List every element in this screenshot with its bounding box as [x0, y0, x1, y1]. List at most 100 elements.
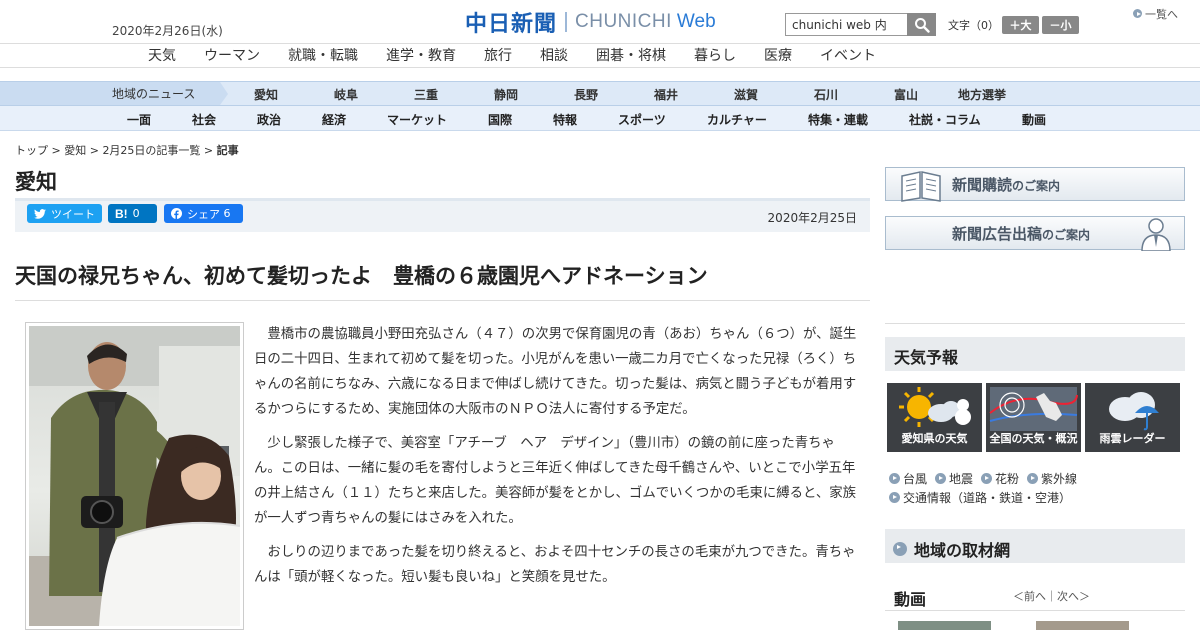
article-date: 2020年2月25日: [767, 211, 857, 225]
category-culture[interactable]: カルチャー: [707, 111, 767, 128]
category-sports[interactable]: スポーツ: [618, 111, 666, 128]
video-section-header: 動画 ＜前へ｜次へ＞: [885, 582, 1185, 609]
region-item-aichi[interactable]: 愛知: [254, 86, 278, 103]
service-nav-item-travel[interactable]: 旅行: [484, 45, 512, 65]
arrow-bullet-icon: [889, 473, 900, 484]
video-pager: ＜前へ｜次へ＞: [1013, 588, 1090, 604]
category-special-report[interactable]: 特報: [553, 111, 577, 128]
service-nav-item-education[interactable]: 進学・教育: [386, 45, 456, 65]
video-prev-link[interactable]: ＜前へ: [1013, 590, 1046, 603]
headline-divider: [15, 300, 870, 301]
article-photo[interactable]: [25, 322, 244, 630]
search-input[interactable]: [785, 13, 908, 36]
video-divider: [885, 610, 1185, 611]
sun-cloud-icon: [899, 387, 971, 427]
facebook-share-count: 6: [223, 207, 231, 220]
weather-link-typhoon-label: 台風: [903, 472, 928, 486]
hatena-bookmark-button[interactable]: B! 0: [108, 204, 157, 223]
service-nav-item-consult[interactable]: 相談: [540, 45, 568, 65]
font-size-label: 文字（0）: [948, 19, 999, 32]
category-international[interactable]: 国際: [488, 111, 512, 128]
weather-link-uv[interactable]: 紫外線: [1027, 470, 1077, 487]
traffic-info-link[interactable]: 交通情報（道路・鉄道・空港）: [889, 489, 1071, 506]
advertising-banner[interactable]: 新聞広告出稿のご案内: [885, 216, 1185, 251]
font-size-large-button[interactable]: ＋大: [1002, 16, 1039, 34]
breadcrumb-separator: >: [200, 144, 217, 157]
regional-network-link[interactable]: 地域の取材網: [885, 529, 1185, 563]
video-next-link[interactable]: 次へ＞: [1057, 590, 1090, 603]
region-item-fukui[interactable]: 福井: [654, 86, 678, 103]
font-size-small-button[interactable]: －小: [1042, 16, 1079, 34]
arrow-bullet-icon: [889, 492, 900, 503]
service-nav: 天気 ウーマン 就職・転職 進学・教育 旅行 相談 囲碁・将棋 暮らし 医療 イ…: [0, 43, 1200, 68]
breadcrumb: トップ > 愛知 > 2月25日の記事一覧 > 記事: [15, 142, 239, 158]
weather-link-typhoon[interactable]: 台風: [889, 470, 927, 487]
arrow-bullet-icon: [1133, 9, 1142, 18]
video-thumbnail[interactable]: [898, 621, 991, 630]
breadcrumb-top[interactable]: トップ: [15, 144, 48, 157]
region-nav-label: 地域のニュース: [0, 82, 220, 105]
article-photo-image: [29, 326, 240, 626]
service-nav-item-medical[interactable]: 医療: [764, 45, 792, 65]
tweet-button[interactable]: ツイート: [27, 204, 102, 223]
service-nav-item-weather[interactable]: 天気: [148, 45, 176, 65]
region-item-nagano[interactable]: 長野: [574, 86, 598, 103]
video-list-label: 一覧へ: [1145, 8, 1178, 21]
region-item-toyama[interactable]: 富山: [894, 86, 918, 103]
category-video[interactable]: 動画: [1022, 111, 1046, 128]
subscription-banner-title: 新聞購読: [952, 176, 1013, 194]
video-section-title: 動画: [894, 590, 927, 609]
facebook-share-button[interactable]: シェア 6: [164, 204, 243, 223]
category-politics[interactable]: 政治: [257, 111, 281, 128]
category-front-page[interactable]: 一面: [127, 111, 151, 128]
breadcrumb-article-list[interactable]: 2月25日の記事一覧: [102, 144, 200, 157]
service-nav-item-event[interactable]: イベント: [820, 45, 876, 65]
breadcrumb-aichi[interactable]: 愛知: [64, 144, 86, 157]
video-thumbnail[interactable]: [1036, 621, 1129, 630]
newspaper-icon: [901, 171, 941, 202]
site-header: 2020年2月26日(水) 中日新聞 CHUNICHI Web 文字（0） ＋大…: [0, 0, 1200, 43]
weather-tile-radar[interactable]: 雨雲レーダー: [1085, 383, 1180, 452]
category-economy[interactable]: 経済: [322, 111, 346, 128]
region-item-ishikawa[interactable]: 石川: [814, 86, 838, 103]
region-item-shiga[interactable]: 滋賀: [734, 86, 758, 103]
service-nav-item-jobs[interactable]: 就職・転職: [288, 45, 358, 65]
site-logo[interactable]: 中日新聞 CHUNICHI Web: [465, 8, 716, 37]
search-button[interactable]: [907, 13, 936, 36]
category-market[interactable]: マーケット: [387, 111, 447, 128]
hatena-icon: B!: [115, 206, 128, 221]
advertising-banner-title: 新聞広告出稿: [952, 225, 1043, 243]
article-headline: 天国の禄兄ちゃん、初めて髪切ったよ 豊橋の６歳園児へアドネーション: [15, 264, 708, 288]
category-editorials[interactable]: 社説・コラム: [909, 111, 981, 128]
facebook-icon: [171, 208, 182, 219]
category-features[interactable]: 特集・連載: [808, 111, 868, 128]
region-item-gifu[interactable]: 岐阜: [334, 86, 358, 103]
subscription-banner[interactable]: 新聞購読のご案内: [885, 167, 1185, 202]
region-item-local-election[interactable]: 地方選挙: [958, 86, 1006, 103]
weather-link-earthquake-label: 地震: [949, 472, 974, 486]
share-bar: ツイート B! 0 シェア 6 2020年2月25日: [15, 201, 870, 232]
weather-tile-national[interactable]: 全国の天気・概況: [986, 383, 1081, 452]
logo-kanji: 中日新聞: [465, 11, 558, 37]
region-item-mie[interactable]: 三重: [414, 86, 438, 103]
article-paragraph: 少し緊張した様子で、美容室「アチーブ ヘア デザイン」（豊川市）の鏡の前に座った…: [254, 436, 857, 526]
category-society[interactable]: 社会: [192, 111, 216, 128]
weather-tile-aichi-label: 愛知県の天気: [901, 432, 968, 445]
service-nav-item-woman[interactable]: ウーマン: [204, 45, 260, 65]
arrow-bullet-icon: [935, 473, 946, 484]
tweet-label: ツイート: [51, 207, 95, 221]
weather-link-earthquake[interactable]: 地震: [935, 470, 973, 487]
weather-tile-aichi[interactable]: 愛知県の天気: [887, 383, 982, 452]
weather-link-pollen-label: 花粉: [995, 472, 1020, 486]
region-nav: 地域のニュース 愛知 岐阜 三重 静岡 長野 福井 滋賀 石川 富山 地方選挙: [0, 81, 1200, 106]
service-nav-item-go-shogi[interactable]: 囲碁・将棋: [596, 45, 666, 65]
weather-link-pollen[interactable]: 花粉: [981, 470, 1019, 487]
advertising-banner-label: 新聞広告出稿のご案内: [952, 223, 1090, 244]
arrow-bullet-icon: [981, 473, 992, 484]
breadcrumb-current: 記事: [216, 144, 239, 157]
video-list-link[interactable]: 一覧へ: [1133, 6, 1178, 22]
region-item-shizuoka[interactable]: 静岡: [494, 86, 518, 103]
video-pager-divider: ｜: [1046, 590, 1057, 603]
service-nav-item-living[interactable]: 暮らし: [694, 45, 736, 65]
category-nav: 一面 社会 政治 経済 マーケット 国際 特報 スポーツ カルチャー 特集・連載…: [0, 106, 1200, 131]
